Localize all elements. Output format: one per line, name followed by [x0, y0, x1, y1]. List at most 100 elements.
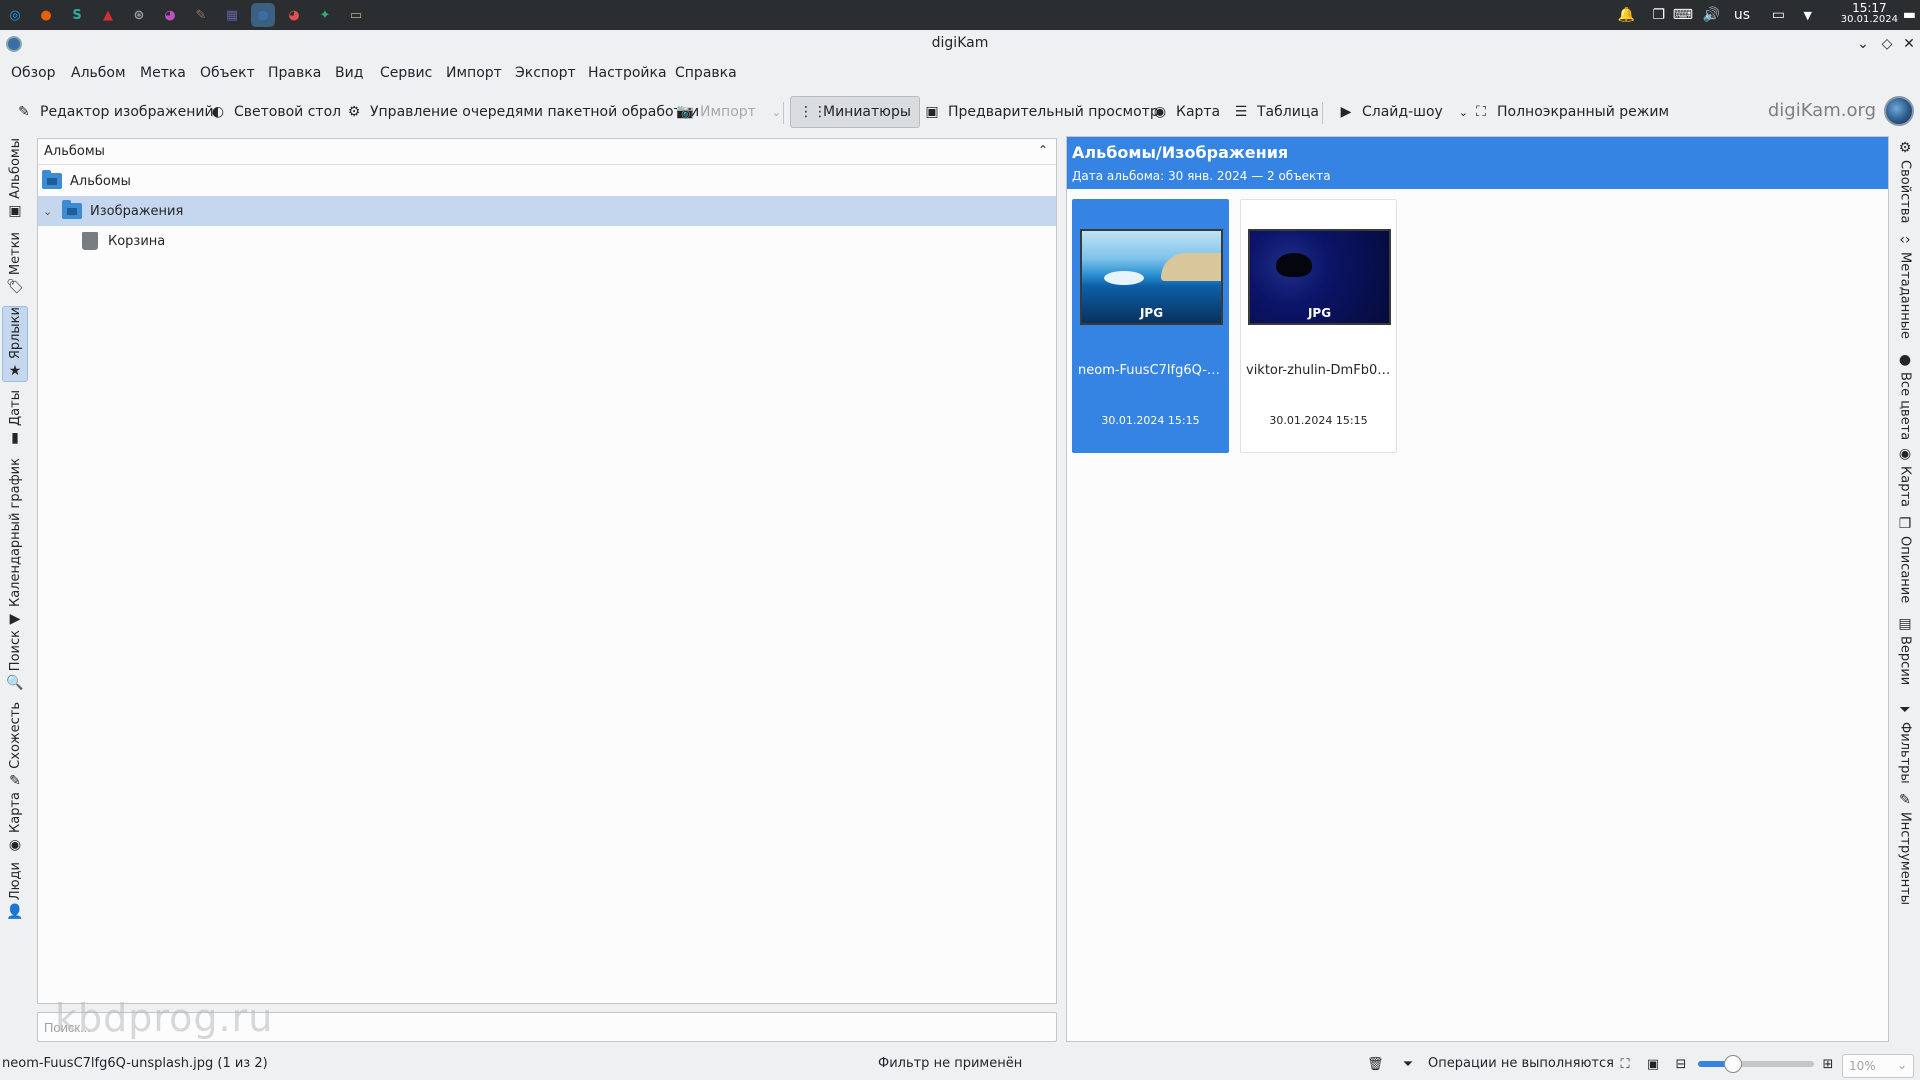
- import-dropdown-chevron-icon[interactable]: ⌄: [772, 106, 781, 119]
- light-table-icon: ◐: [211, 104, 225, 120]
- right-tab-versions[interactable]: ▤ Версии: [1892, 616, 1918, 692]
- keyboard-icon[interactable]: ⌨: [1673, 5, 1693, 25]
- digikam-brand: digiKam.org: [1767, 100, 1876, 121]
- light-table-button[interactable]: ◐ Световой стол: [210, 94, 341, 130]
- s-app-icon[interactable]: S: [65, 3, 89, 27]
- filter-icon[interactable]: ⏷: [1400, 1057, 1416, 1073]
- left-tab-label: Ярлыки: [7, 307, 23, 360]
- red-triangle-app-icon[interactable]: ▲: [96, 3, 120, 27]
- right-tab-map[interactable]: ◉ Карта: [1892, 446, 1918, 507]
- keyboard-layout-indicator[interactable]: us: [1734, 5, 1750, 25]
- batch-queue-button[interactable]: ⚙ Управление очередями пакетной обработки: [346, 94, 700, 130]
- menu-1[interactable]: Альбом: [71, 65, 126, 81]
- left-tab-tags[interactable]: Метки 🏷: [2, 232, 28, 302]
- zoom-slider-handle[interactable]: [1723, 1055, 1742, 1073]
- clock-time: 15:17: [1852, 1, 1887, 15]
- map-button[interactable]: ◉ Карта: [1152, 94, 1220, 130]
- album-tree-item[interactable]: Корзина: [38, 226, 1056, 256]
- image-editor-button[interactable]: ✎ Редактор изображений: [16, 94, 214, 130]
- menu-5[interactable]: Вид: [335, 65, 363, 81]
- zoom-slider[interactable]: [1698, 1055, 1814, 1073]
- labels-icon: ★: [8, 363, 22, 380]
- menu-6[interactable]: Сервис: [380, 65, 432, 81]
- folder-icon: [62, 200, 82, 219]
- collapse-chevron-icon[interactable]: ⌃: [1038, 143, 1048, 157]
- left-tab-people[interactable]: Люди 👤: [2, 862, 28, 928]
- slideshow-icon: ▶: [1340, 104, 1352, 120]
- expand-chevron-icon[interactable]: ⌄: [43, 205, 52, 218]
- close-icon[interactable]: ✕: [1900, 35, 1918, 53]
- clock[interactable]: 15:17 30.01.2024: [1841, 2, 1898, 26]
- right-tab-description[interactable]: ❐ Описание: [1892, 516, 1918, 608]
- menu-7[interactable]: Импорт: [446, 65, 502, 81]
- zoom-in-icon[interactable]: ⊞: [1820, 1057, 1836, 1073]
- menu-8[interactable]: Экспорт: [515, 65, 576, 81]
- minimize-icon[interactable]: ⌄: [1854, 35, 1872, 53]
- trash-icon: [82, 232, 98, 250]
- left-tab-map[interactable]: Карта ◉: [2, 792, 28, 856]
- slideshow-button[interactable]: ▶ Слайд-шоу ⌄: [1338, 94, 1468, 130]
- right-tab-label: Версии: [1897, 636, 1913, 686]
- files-app-icon[interactable]: ▭: [344, 3, 368, 27]
- volume-icon[interactable]: 🔊: [1703, 5, 1720, 25]
- left-tab-dates[interactable]: Даты ▮: [2, 390, 28, 450]
- thumbnails-button[interactable]: ⋮⋮ Миниатюры: [790, 96, 920, 128]
- album-tree-item[interactable]: ⌄ Изображения: [38, 196, 1056, 226]
- pencil-icon: ✎: [18, 104, 30, 120]
- left-tab-albums[interactable]: Альбомы ▣: [2, 138, 28, 228]
- window-title: digiKam: [931, 35, 989, 51]
- zoom-100-icon[interactable]: ▣: [1645, 1057, 1661, 1073]
- media-app-icon[interactable]: ▦: [220, 3, 244, 27]
- left-tab-timeline[interactable]: Календарный график ▶: [2, 458, 28, 627]
- toolbar-separator: [1322, 102, 1323, 124]
- color-wheel-app-icon[interactable]: ◕: [158, 3, 182, 27]
- fit-window-icon[interactable]: ⛶: [1617, 1057, 1633, 1073]
- right-tab-label: Фильтры: [1897, 722, 1913, 784]
- left-tab-label: Люди: [7, 862, 23, 901]
- display-icon[interactable]: ▭: [1772, 5, 1785, 25]
- clipboard-icon[interactable]: ❐: [1652, 5, 1665, 25]
- import-button[interactable]: 📷 Импорт ⌄: [676, 94, 781, 130]
- right-tab-properties[interactable]: ⚙ Свойства: [1892, 140, 1918, 224]
- maximize-icon[interactable]: ◇: [1878, 35, 1896, 53]
- zoom-level-select[interactable]: 10% ⌄: [1842, 1054, 1914, 1078]
- albums-icon: ▣: [8, 202, 22, 219]
- green-app-icon[interactable]: ✦: [313, 3, 337, 27]
- status-bar: neom-FuusC7lfg6Q-unsplash.jpg (1 из 2) Ф…: [0, 1050, 1920, 1080]
- image-thumbnail[interactable]: JPG neom-FuusC7lfg6Q-u... 30.01.2024 15:15: [1072, 199, 1229, 453]
- kde-launcher-icon[interactable]: ◎: [3, 3, 27, 27]
- menu-9[interactable]: Настройка: [588, 65, 667, 81]
- left-tab-labels[interactable]: Ярлыки ★: [2, 306, 28, 382]
- show-desktop-icon[interactable]: ▬: [1903, 5, 1916, 25]
- color-app-icon[interactable]: ◕: [282, 3, 306, 27]
- image-thumbnail[interactable]: JPG viktor-zhulin-DmFb0K... 30.01.2024 15:…: [1240, 199, 1397, 453]
- menu-0[interactable]: Обзор: [11, 65, 56, 81]
- album-tree-item[interactable]: Альбомы: [38, 166, 1056, 196]
- left-tab-similarity[interactable]: Схожесть ✎: [2, 702, 28, 789]
- menu-3[interactable]: Объект: [200, 65, 255, 81]
- menu-4[interactable]: Правка: [268, 65, 321, 81]
- menu-10[interactable]: Справка: [675, 65, 737, 81]
- right-tab-tools[interactable]: ✎ Инструменты: [1892, 792, 1918, 905]
- tray-expand-icon[interactable]: ▼: [1804, 5, 1812, 25]
- notifications-icon[interactable]: 🔔: [1618, 5, 1635, 25]
- right-tab-filters[interactable]: ⏷ Фильтры: [1892, 702, 1918, 784]
- right-tab-label: Свойства: [1897, 160, 1913, 224]
- gimp-icon[interactable]: ✎: [189, 3, 213, 27]
- digikam-taskbar-icon[interactable]: ●: [251, 3, 275, 27]
- fullscreen-button[interactable]: ⛶ Полноэкранный режим: [1473, 94, 1669, 130]
- right-tab-colors[interactable]: ● Все цвета: [1892, 352, 1918, 440]
- right-tab-metadata[interactable]: ‹› Метаданные: [1892, 232, 1918, 339]
- table-button[interactable]: ☰ Таблица: [1233, 94, 1319, 130]
- preview-button[interactable]: ▣ Предварительный просмотр: [924, 94, 1158, 130]
- map-label: Карта: [1176, 104, 1221, 120]
- menu-2[interactable]: Метка: [140, 65, 186, 81]
- slideshow-dropdown-chevron-icon[interactable]: ⌄: [1459, 106, 1468, 119]
- album-date-subtitle: Дата альбома: 30 янв. 2024 — 2 объекта: [1072, 169, 1331, 183]
- left-tab-search[interactable]: Поиск 🔍: [2, 630, 28, 696]
- firefox-icon[interactable]: ●: [34, 3, 58, 27]
- aperture-app-icon[interactable]: ⊛: [127, 3, 151, 27]
- format-badge: JPG: [1307, 306, 1332, 320]
- zoom-out-icon[interactable]: ⊟: [1673, 1057, 1689, 1073]
- trash-status-icon[interactable]: 🗑: [1367, 1057, 1384, 1073]
